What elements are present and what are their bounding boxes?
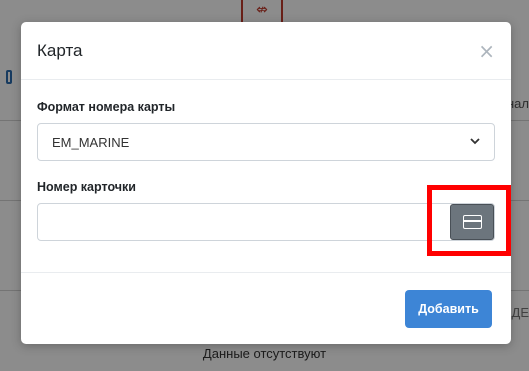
modal-title: Карта xyxy=(37,40,83,60)
format-field-label: Формат номера карты xyxy=(37,100,176,114)
modal-footer-divider xyxy=(21,272,511,273)
modal-header: Карта × xyxy=(21,22,511,80)
card-modal: Карта × Формат номера карты EM_MARINE Но… xyxy=(21,22,511,344)
highlight-box xyxy=(427,185,511,256)
card-format-value: EM_MARINE xyxy=(52,134,130,150)
number-field-label: Номер карточки xyxy=(37,180,136,194)
add-button[interactable]: Добавить xyxy=(405,290,492,328)
close-icon[interactable]: × xyxy=(478,41,495,61)
card-format-select[interactable]: EM_MARINE xyxy=(37,123,495,161)
chevron-down-icon xyxy=(470,136,480,148)
